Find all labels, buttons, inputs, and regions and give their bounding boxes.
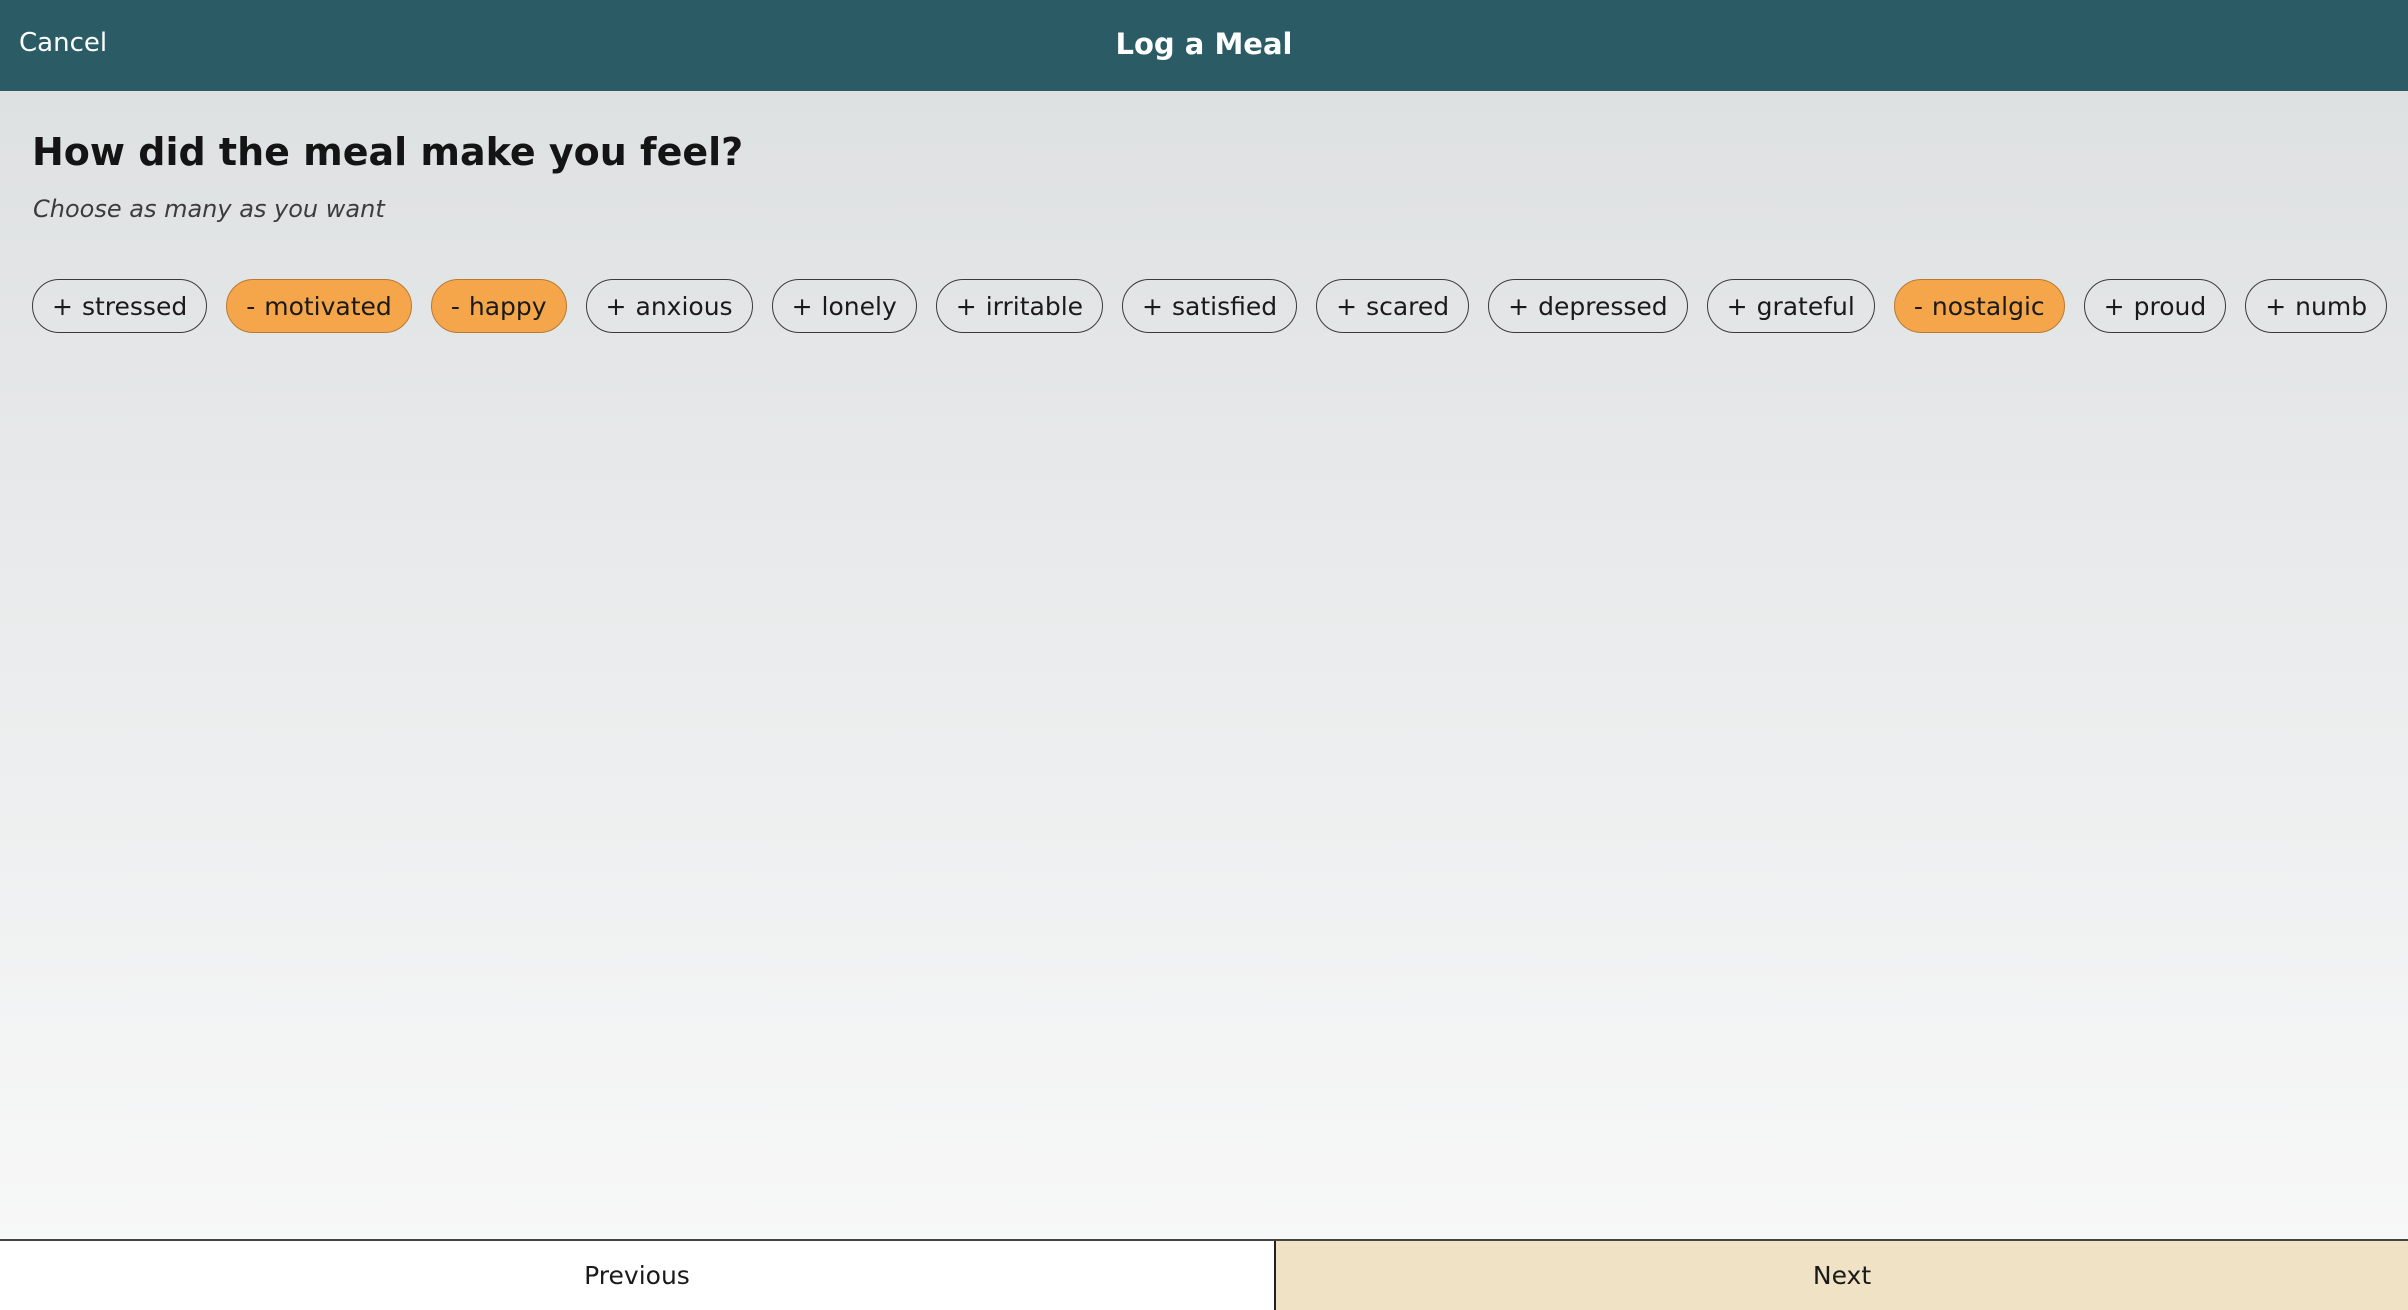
feeling-chip-numb[interactable]: + numb (2245, 279, 2388, 333)
feeling-chip-irritable[interactable]: + irritable (935, 279, 1104, 333)
feeling-chip-satisfied[interactable]: + satisfied (1122, 279, 1298, 333)
chip-label: irritable (985, 291, 1084, 321)
feeling-chip-stressed[interactable]: + stressed (32, 279, 208, 333)
chip-sign: + (52, 291, 73, 321)
chip-sign: + (791, 291, 813, 321)
feeling-chip-depressed[interactable]: + depressed (1488, 279, 1688, 333)
chip-label: satisfied (1171, 291, 1278, 321)
feeling-chip-motivated[interactable]: - motivated (226, 279, 412, 333)
chip-label: grateful (1756, 291, 1855, 321)
chip-label: lonely (821, 291, 897, 321)
chip-sign: + (2265, 291, 2287, 321)
feeling-chip-lonely[interactable]: + lonely (771, 279, 917, 333)
chip-label: depressed (1538, 291, 1668, 321)
question-hint: Choose as many as you want (33, 195, 385, 223)
feeling-chip-nostalgic[interactable]: - nostalgic (1893, 279, 2065, 333)
feeling-chip-list: + stressed - motivated - happy + anxious + lo… (32, 279, 2406, 333)
chip-label: anxious (635, 291, 733, 321)
chip-sign: - (1913, 291, 1923, 321)
chip-sign: + (1142, 291, 1163, 321)
chip-sign: + (1508, 291, 1530, 321)
previous-button[interactable]: Previous (0, 1241, 1276, 1310)
chip-sign: - (246, 291, 256, 321)
chip-label: proud (2133, 291, 2207, 321)
chip-sign: + (1336, 291, 1358, 321)
chip-sign: + (955, 291, 977, 321)
feeling-chip-happy[interactable]: - happy (430, 279, 567, 333)
chip-label: nostalgic (1931, 291, 2045, 321)
chip-sign: + (2103, 291, 2125, 321)
next-button[interactable]: Next (1276, 1241, 2408, 1310)
feeling-chip-proud[interactable]: + proud (2083, 279, 2227, 333)
question-title: How did the meal make you feel? (32, 130, 744, 174)
footer-nav: Previous Next (0, 1239, 2408, 1310)
chip-label: numb (2295, 291, 2368, 321)
feeling-chip-anxious[interactable]: + anxious (585, 279, 753, 333)
chip-sign: + (605, 291, 627, 321)
chip-label: stressed (81, 291, 188, 321)
chip-sign: + (1726, 291, 1748, 321)
feeling-chip-grateful[interactable]: + grateful (1706, 279, 1875, 333)
chip-sign: - (450, 291, 460, 321)
app-header: Cancel Log a Meal (0, 0, 2408, 91)
feeling-chip-scared[interactable]: + scared (1316, 279, 1470, 333)
chip-label: happy (468, 291, 547, 321)
page-title: Log a Meal (1115, 27, 1293, 61)
chip-label: scared (1366, 291, 1450, 321)
chip-label: motivated (264, 291, 392, 321)
